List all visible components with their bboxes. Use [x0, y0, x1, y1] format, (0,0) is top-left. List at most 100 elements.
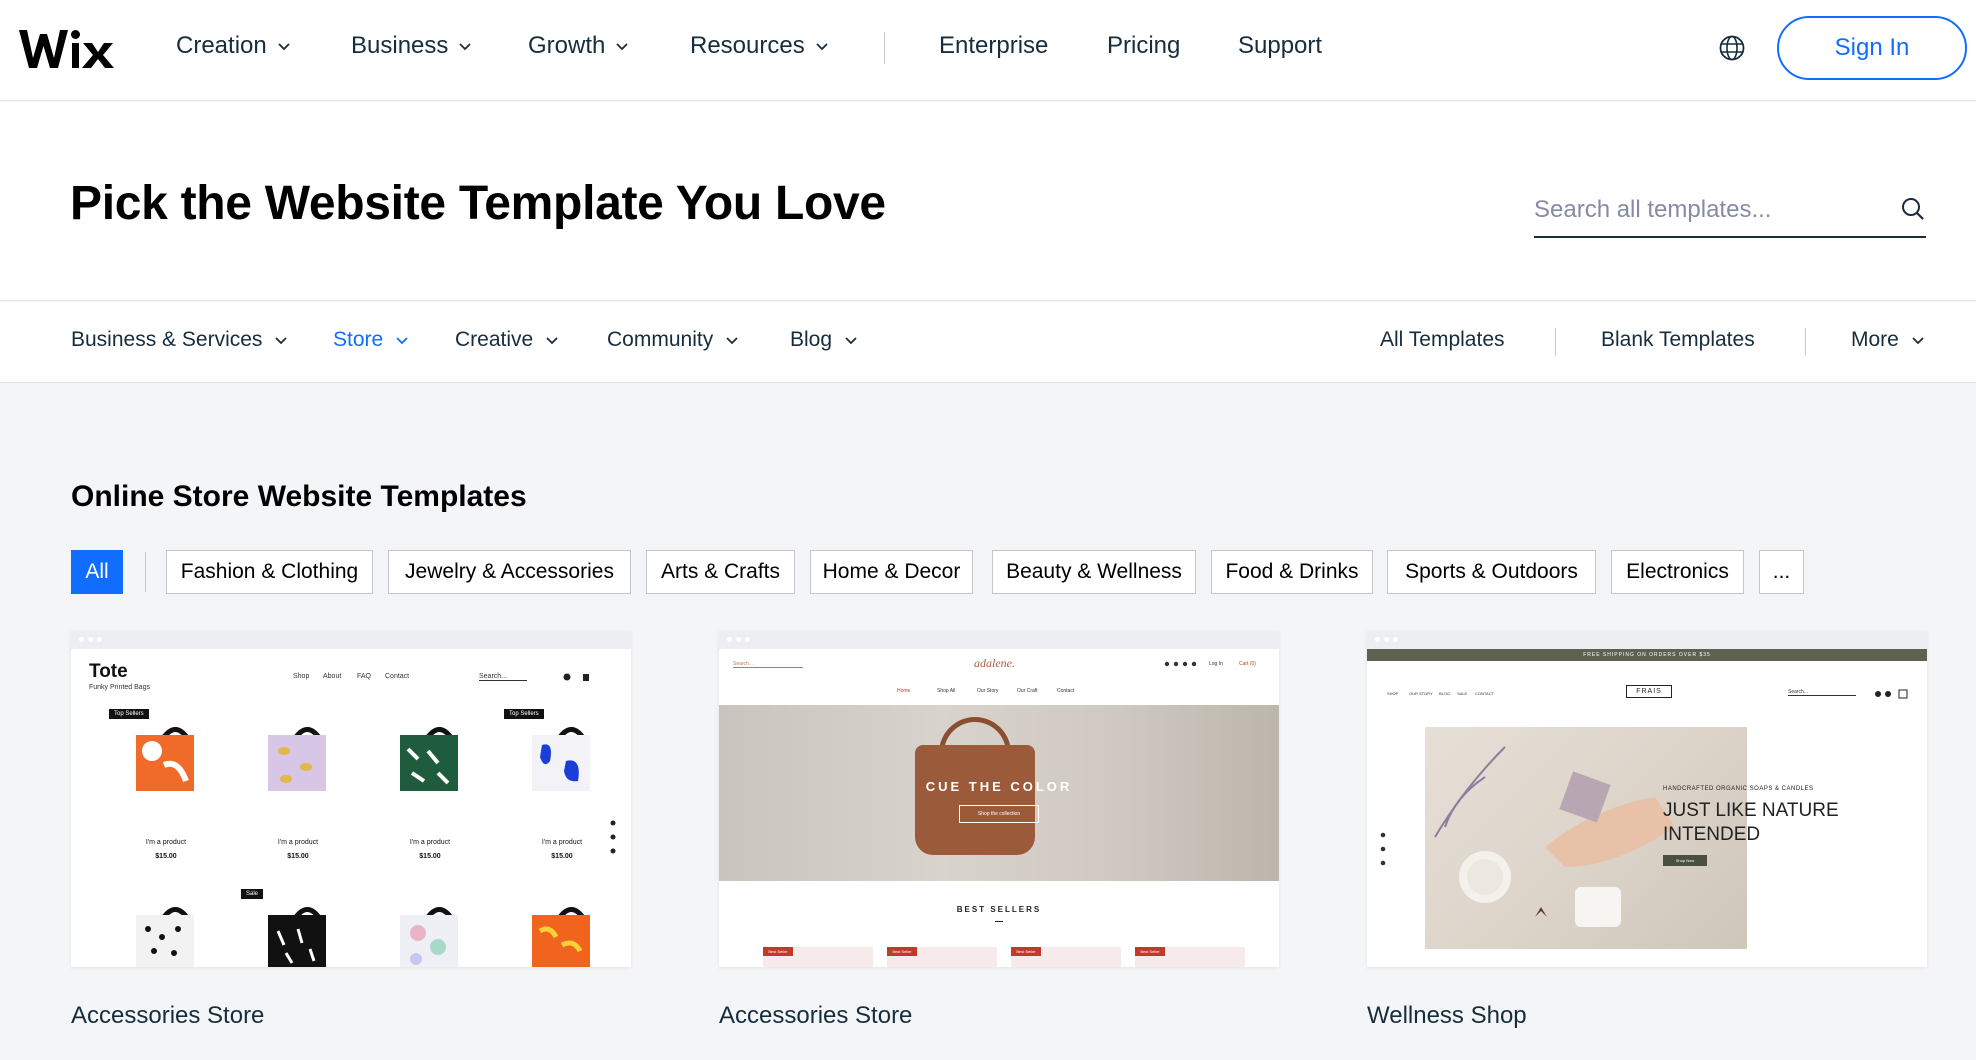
filter-all[interactable]: All	[71, 550, 123, 594]
nav-resources[interactable]: Resources	[690, 32, 829, 60]
bag-image	[400, 907, 458, 967]
social-icons	[1380, 832, 1386, 866]
blank-templates-link[interactable]: Blank Templates	[1601, 328, 1755, 352]
template-card-tote[interactable]: Tote Funky Printed Bags Shop About FAQ C…	[71, 631, 631, 967]
chevron-down-icon	[278, 43, 290, 51]
nav-resources-label: Resources	[690, 32, 805, 59]
template-search	[1534, 188, 1926, 238]
product-name: I'm a product	[145, 839, 187, 846]
filter-home-decor[interactable]: Home & Decor	[810, 550, 973, 594]
filter-fashion-clothing[interactable]: Fashion & Clothing	[166, 550, 373, 594]
category-label: Business & Services	[71, 328, 263, 351]
chevron-down-icon	[1912, 337, 1924, 345]
sign-in-button[interactable]: Sign In	[1777, 16, 1967, 80]
nav-enterprise[interactable]: Enterprise	[939, 32, 1048, 60]
template-name[interactable]: Wellness Shop	[1367, 1002, 1527, 1030]
category-label: Store	[333, 328, 384, 351]
preview-search: Search...	[479, 673, 527, 681]
browser-bar	[1367, 631, 1927, 649]
top-navigation: Creation Business Growth Resources Enter…	[0, 0, 1976, 101]
category-label: Blog	[790, 328, 833, 351]
category-community[interactable]: Community	[607, 328, 739, 352]
template-name[interactable]: Accessories Store	[719, 1002, 912, 1030]
nav-support[interactable]: Support	[1238, 32, 1322, 60]
preview-account-cart-icon	[1875, 689, 1908, 699]
preview-nav-item: OUR STORY	[1409, 691, 1433, 696]
top-sellers-badge: Top Sellers	[504, 709, 544, 719]
nav-divider	[884, 32, 885, 64]
globe-icon[interactable]	[1718, 34, 1746, 62]
category-store[interactable]: Store	[333, 328, 409, 352]
sale-badge: Sale	[241, 889, 264, 899]
preview-headline-line: JUST LIKE NATURE	[1663, 800, 1839, 821]
category-label: Community	[607, 328, 714, 351]
search-input[interactable]	[1534, 188, 1884, 232]
filter-arts-crafts[interactable]: Arts & Crafts	[646, 550, 795, 594]
nav-growth[interactable]: Growth	[528, 32, 629, 60]
nav-creation-label: Creation	[176, 32, 267, 59]
filter-sports-outdoors[interactable]: Sports & Outdoors	[1387, 550, 1596, 594]
all-templates-label: All Templates	[1380, 328, 1505, 351]
filter-food-drinks[interactable]: Food & Drinks	[1211, 550, 1373, 594]
chevron-down-icon	[396, 337, 408, 345]
category-divider	[1805, 328, 1806, 356]
bag-image	[136, 907, 194, 967]
nav-growth-label: Growth	[528, 32, 606, 59]
filter-more[interactable]: ...	[1759, 550, 1804, 594]
social-icons	[610, 820, 616, 854]
preview-nav-item: SALE	[1457, 691, 1468, 696]
bag-image	[400, 727, 458, 791]
announcement-bar: FREE SHIPPING ON ORDERS OVER $35	[1367, 649, 1927, 661]
filter-divider	[145, 552, 146, 592]
template-card-frais[interactable]: FREE SHIPPING ON ORDERS OVER $35 SHOP OU…	[1367, 631, 1927, 967]
more-menu[interactable]: More	[1851, 328, 1925, 352]
category-creative[interactable]: Creative	[455, 328, 559, 352]
category-divider	[1555, 328, 1556, 356]
preview-nav-item: Contact	[1057, 688, 1075, 694]
bag-image	[136, 727, 194, 791]
preview-headline: CUE THE COLOR	[925, 779, 1073, 794]
bag-image	[268, 727, 326, 791]
preview-kicker: HANDCRAFTED ORGANIC SOAPS & CANDLES	[1663, 786, 1814, 792]
category-business-services[interactable]: Business & Services	[71, 328, 288, 352]
template-name[interactable]: Accessories Store	[71, 1002, 264, 1030]
bag-shape	[915, 745, 1035, 855]
filter-jewelry-accessories[interactable]: Jewelry & Accessories	[388, 550, 631, 594]
chevron-down-icon	[816, 43, 828, 51]
chevron-down-icon	[726, 337, 738, 345]
nav-business[interactable]: Business	[351, 32, 472, 60]
blank-templates-label: Blank Templates	[1601, 328, 1755, 351]
nav-pricing[interactable]: Pricing	[1107, 32, 1180, 60]
preview-shop-button: Shop Now	[1663, 855, 1707, 866]
wix-logo-mark	[19, 30, 114, 68]
all-templates-link[interactable]: All Templates	[1380, 328, 1505, 352]
search-icon[interactable]	[1900, 196, 1926, 222]
template-card-adalene[interactable]: Search... adalene. Log In Cart (0) Home …	[719, 631, 1279, 967]
top-sellers-badge: Top Sellers	[109, 709, 149, 719]
best-seller-badge: Best Seller	[763, 947, 793, 956]
filter-electronics[interactable]: Electronics	[1611, 550, 1744, 594]
category-blog[interactable]: Blog	[790, 328, 858, 352]
preview-nav-item: Shop	[293, 673, 310, 680]
preview-nav-item: SHOP	[1387, 691, 1399, 696]
nav-pricing-label: Pricing	[1107, 32, 1181, 59]
nav-creation[interactable]: Creation	[176, 32, 291, 60]
chevron-down-icon	[845, 337, 857, 345]
bag-image	[532, 907, 590, 967]
preview-shop-button: Shop the collection	[959, 805, 1039, 823]
best-seller-badge: Best Seller	[887, 947, 917, 956]
category-bar: Business & Services Store Creative Commu…	[0, 302, 1976, 383]
preview-search: Search...	[733, 661, 803, 668]
filter-beauty-wellness[interactable]: Beauty & Wellness	[992, 550, 1196, 594]
preview-brand: adalene.	[974, 656, 1015, 670]
product-price: $15.00	[551, 853, 573, 860]
preview-nav-item: Our Craft	[1017, 688, 1038, 694]
product-price: $15.00	[287, 853, 309, 860]
page-title: Pick the Website Template You Love	[70, 177, 886, 230]
product-price: $15.00	[419, 853, 441, 860]
chevron-down-icon	[616, 43, 628, 51]
wix-logo[interactable]	[17, 24, 125, 74]
divider	[995, 921, 1003, 922]
category-label: Creative	[455, 328, 534, 351]
preview-brand: FRAIS	[1626, 685, 1672, 698]
